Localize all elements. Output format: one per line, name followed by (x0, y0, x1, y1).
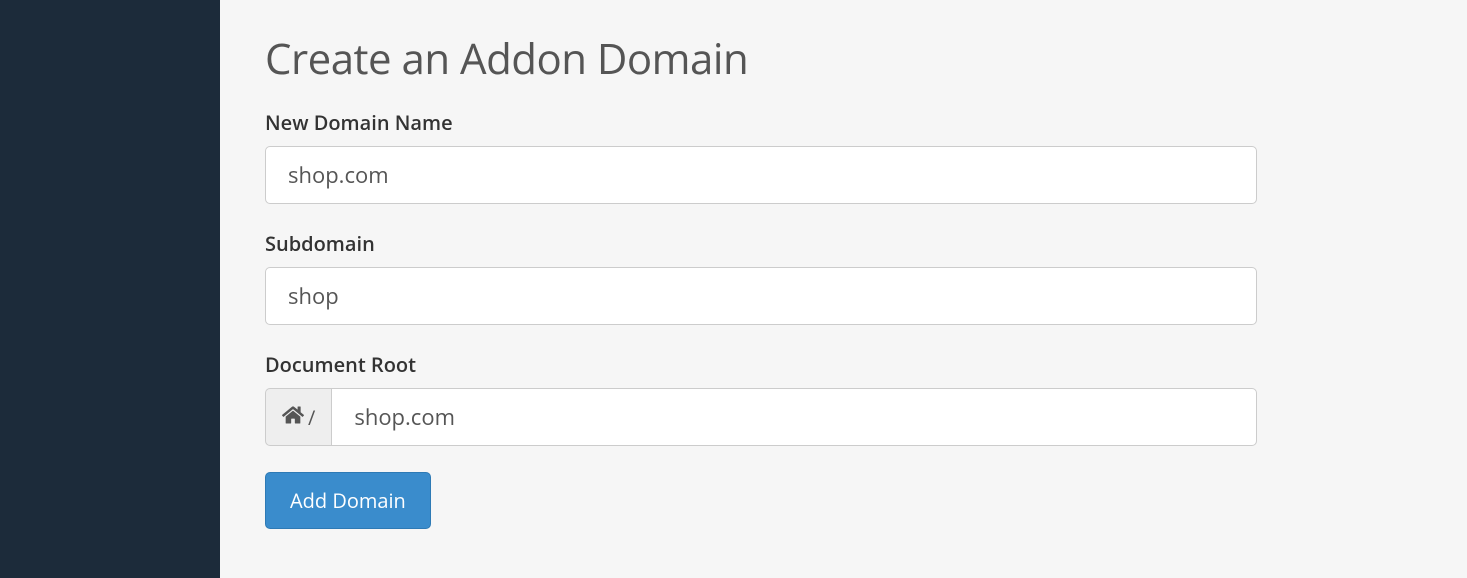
new-domain-label: New Domain Name (265, 109, 1422, 136)
new-domain-group: New Domain Name (265, 109, 1422, 204)
document-root-input[interactable] (331, 388, 1257, 446)
subdomain-group: Subdomain (265, 230, 1422, 325)
sidebar (0, 0, 220, 578)
document-root-separator: / (308, 404, 315, 431)
subdomain-input[interactable] (265, 267, 1257, 325)
document-root-prefix: / (265, 388, 331, 446)
home-icon (282, 404, 304, 431)
add-domain-button[interactable]: Add Domain (265, 472, 431, 529)
document-root-label: Document Root (265, 351, 1422, 378)
document-root-input-group: / (265, 388, 1257, 446)
page-title: Create an Addon Domain (265, 30, 1422, 87)
main-content: Create an Addon Domain New Domain Name S… (220, 0, 1467, 578)
document-root-group: Document Root / (265, 351, 1422, 446)
new-domain-input[interactable] (265, 146, 1257, 204)
subdomain-label: Subdomain (265, 230, 1422, 257)
